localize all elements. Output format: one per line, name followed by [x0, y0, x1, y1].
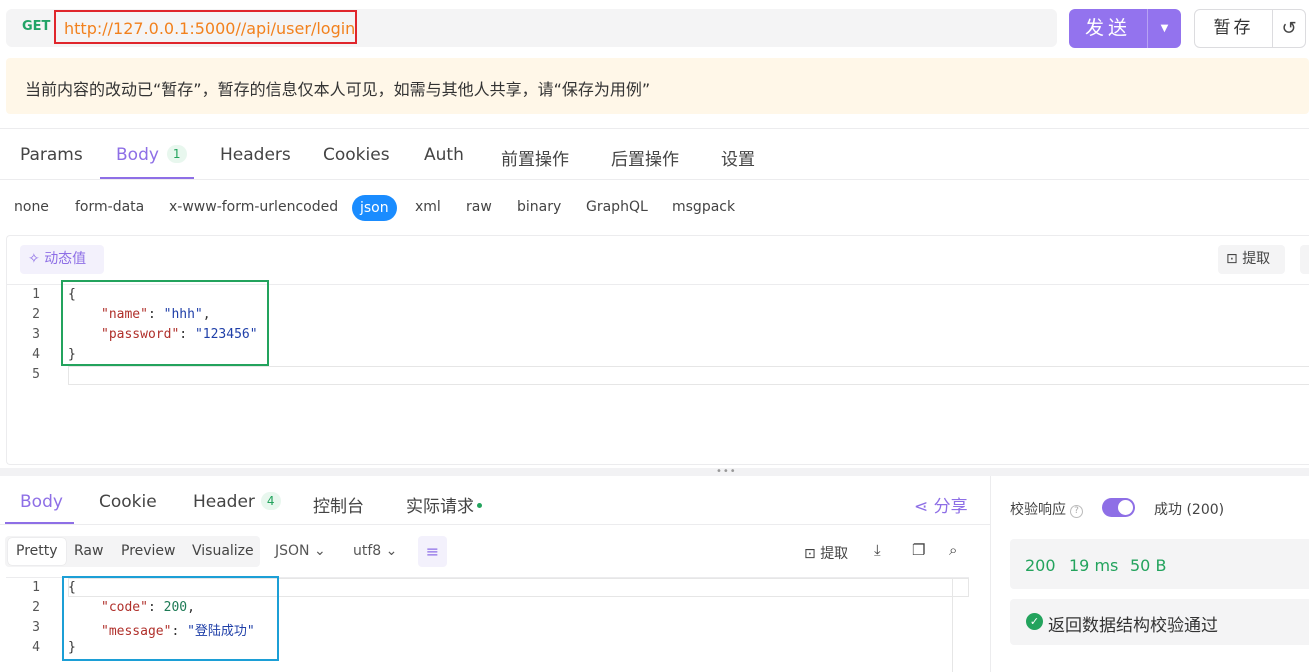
tab-body-label: Body — [116, 145, 159, 165]
line-number: 2 — [32, 600, 40, 615]
encoding-select[interactable]: utf8 ⌄ — [353, 543, 397, 559]
line-number: 5 — [32, 367, 40, 382]
help-icon[interactable]: ? — [1070, 505, 1083, 518]
current-line-highlight — [68, 366, 1309, 385]
response-extract-label: 提取 — [820, 546, 849, 562]
divider — [0, 179, 1309, 180]
chevron-down-icon[interactable]: ▼ — [1148, 9, 1181, 48]
body-type-form-data[interactable]: form-data — [75, 199, 144, 215]
validation-result: 成功 (200) — [1154, 502, 1225, 518]
body-type-xml[interactable]: xml — [415, 199, 441, 215]
view-raw[interactable]: Raw — [74, 543, 103, 559]
tab-cookies[interactable]: Cookies — [323, 145, 390, 165]
extract-icon: ⊡ — [804, 546, 821, 562]
format-value: JSON — [275, 543, 310, 559]
body-type-binary[interactable]: binary — [517, 199, 561, 215]
url-input[interactable]: http://127.0.0.1:5000//api/user/login — [64, 19, 355, 38]
vertical-divider — [990, 476, 991, 672]
line-number: 1 — [32, 580, 40, 595]
response-time: 19 ms — [1069, 556, 1119, 575]
line-number: 1 — [32, 287, 40, 302]
extract-label: 提取 — [1242, 251, 1271, 267]
toggle-knob — [1118, 500, 1133, 515]
body-type-raw[interactable]: raw — [466, 199, 492, 215]
save-button[interactable]: 暂存 — [1195, 10, 1272, 47]
url-bar: GET http://127.0.0.1:5000//api/user/logi… — [6, 9, 1057, 47]
save-button-group: 暂存 ↺ — [1194, 9, 1306, 48]
status-code: 200 — [1025, 556, 1056, 575]
body-type-msgpack[interactable]: msgpack — [672, 199, 735, 215]
line-number: 3 — [32, 327, 40, 342]
tab-params[interactable]: Params — [20, 145, 83, 165]
send-button[interactable]: 发送 — [1069, 9, 1147, 48]
drag-handle-icon[interactable]: ••• — [716, 466, 737, 477]
line-number: 2 — [32, 307, 40, 322]
line-number: 3 — [32, 620, 40, 635]
validate-toggle[interactable] — [1102, 498, 1135, 517]
notice-text: 当前内容的改动已“暂存”，暂存的信息仅本人可见，如需与其他人共享，请“保存为用例… — [25, 80, 651, 99]
divider — [0, 128, 1309, 129]
url-highlight-box: http://127.0.0.1:5000//api/user/login — [54, 10, 357, 44]
response-tab-actual-label: 实际请求 — [406, 497, 474, 517]
request-body-highlight-box — [61, 280, 269, 366]
wrap-lines-icon[interactable]: ≡ — [418, 536, 447, 567]
send-button-group: 发送 ▼ — [1069, 9, 1181, 48]
share-button[interactable]: ⋖ 分享 — [914, 492, 968, 517]
scrollbar[interactable] — [952, 578, 969, 672]
view-preview[interactable]: Preview — [121, 543, 176, 559]
notice-banner: 当前内容的改动已“暂存”，暂存的信息仅本人可见，如需与其他人共享，请“保存为用例… — [6, 58, 1309, 114]
response-body-highlight-box — [62, 576, 279, 661]
tab-post-request[interactable]: 后置操作 — [611, 145, 679, 170]
dynamic-value-button[interactable]: ✧ 动态值 — [20, 245, 104, 274]
tab-headers[interactable]: Headers — [220, 145, 291, 165]
chevron-down-icon: ⌄ — [381, 543, 398, 559]
copy-icon[interactable]: ❐ — [912, 541, 925, 559]
tab-settings[interactable]: 设置 — [721, 145, 755, 170]
more-tools-button[interactable] — [1300, 245, 1309, 274]
response-tab-cookie[interactable]: Cookie — [99, 492, 157, 512]
undo-icon[interactable]: ↺ — [1273, 10, 1305, 47]
method-selector[interactable]: GET — [22, 19, 50, 34]
chevron-down-icon: ⌄ — [309, 543, 326, 559]
line-number: 4 — [32, 640, 40, 655]
tab-body-badge: 1 — [166, 145, 187, 163]
extract-button[interactable]: ⊡ 提取 — [1218, 245, 1285, 274]
magic-wand-icon: ✧ — [28, 251, 45, 267]
response-size: 50 B — [1130, 556, 1167, 575]
view-visualize[interactable]: Visualize — [192, 543, 254, 559]
divider — [0, 524, 990, 525]
response-tab-header[interactable]: Header 4 — [193, 492, 281, 512]
share-icon: ⋖ — [914, 497, 934, 517]
validation-message: 返回数据结构校验通过 — [1048, 616, 1218, 636]
response-tab-console[interactable]: 控制台 — [313, 492, 364, 517]
share-label: 分享 — [933, 497, 968, 517]
view-pretty[interactable]: Pretty — [8, 538, 66, 565]
line-number: 4 — [32, 347, 40, 362]
response-extract-button[interactable]: ⊡ 提取 — [804, 543, 848, 563]
header-count-badge: 4 — [260, 492, 281, 510]
status-dot — [477, 503, 482, 508]
tab-auth[interactable]: Auth — [424, 145, 464, 165]
search-icon[interactable]: ⌕ — [949, 541, 957, 559]
body-type-json[interactable]: json — [352, 195, 397, 221]
body-type-graphql[interactable]: GraphQL — [586, 199, 648, 215]
dynamic-value-label: 动态值 — [44, 251, 87, 267]
panel-splitter[interactable] — [0, 468, 1309, 476]
response-tab-body[interactable]: Body — [20, 492, 63, 512]
download-icon[interactable]: ⤓ — [874, 541, 881, 559]
body-type-none[interactable]: none — [14, 199, 49, 215]
validate-response-label: 校验响应? — [1010, 499, 1083, 519]
tab-body[interactable]: Body 1 — [116, 145, 187, 165]
validate-label-text: 校验响应 — [1010, 502, 1066, 518]
encoding-value: utf8 — [353, 543, 382, 559]
response-tab-header-label: Header — [193, 492, 255, 512]
body-type-urlencoded[interactable]: x-www-form-urlencoded — [169, 199, 338, 215]
response-tab-actual-request[interactable]: 实际请求 — [406, 492, 482, 517]
check-circle-icon: ✓ — [1026, 613, 1043, 630]
extract-icon: ⊡ — [1226, 251, 1243, 267]
format-select[interactable]: JSON ⌄ — [275, 543, 326, 559]
tab-pre-request[interactable]: 前置操作 — [501, 145, 569, 170]
